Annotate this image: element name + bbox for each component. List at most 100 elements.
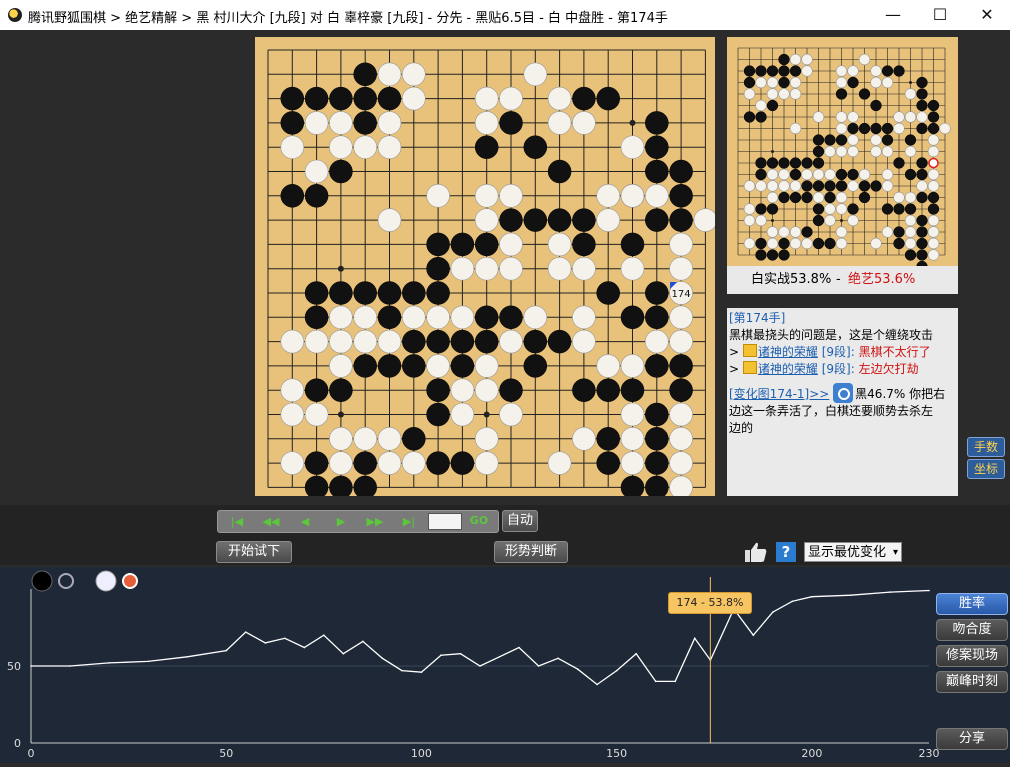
black-stone[interactable] [474, 232, 499, 257]
black-stone[interactable] [353, 451, 377, 475]
black-stone[interactable] [426, 402, 450, 427]
black-stone[interactable] [572, 208, 596, 232]
black-stone[interactable] [572, 232, 596, 257]
black-stone[interactable] [547, 329, 572, 354]
white-stone[interactable] [474, 451, 499, 475]
back-5-button[interactable]: ◀◀ [256, 513, 286, 530]
winrate-tab[interactable]: 胜率 [936, 593, 1008, 615]
white-stone[interactable] [669, 256, 693, 281]
black-stone[interactable] [280, 111, 305, 135]
white-stone[interactable] [329, 426, 353, 451]
auto-play-button[interactable]: 自动 [502, 510, 538, 532]
white-stone[interactable] [402, 86, 426, 111]
thumbs-up-icon[interactable] [744, 541, 768, 563]
white-stone[interactable] [304, 329, 329, 354]
black-stone[interactable] [402, 427, 426, 451]
black-stone[interactable] [304, 378, 329, 402]
black-stone[interactable] [426, 451, 450, 475]
go-button[interactable]: GO [465, 511, 493, 530]
white-stone[interactable] [280, 451, 305, 475]
move-number-input[interactable] [428, 513, 462, 530]
next-move-button[interactable]: ▶ [326, 513, 356, 530]
last-move-button[interactable]: ▶| [394, 513, 424, 530]
white-stone[interactable] [669, 305, 693, 330]
white-stone[interactable] [669, 329, 693, 354]
white-stone[interactable] [669, 426, 693, 451]
go-board-svg[interactable]: 174 [255, 37, 718, 524]
black-stone[interactable] [499, 111, 523, 135]
white-stone[interactable] [499, 256, 523, 281]
black-stone[interactable] [645, 354, 669, 378]
black-stone[interactable] [669, 354, 693, 378]
white-stone[interactable] [353, 426, 377, 451]
black-stone[interactable] [596, 427, 620, 451]
white-stone[interactable] [474, 256, 499, 281]
white-stone[interactable] [572, 305, 596, 330]
black-stone[interactable] [329, 86, 353, 111]
white-stone[interactable] [402, 305, 426, 330]
black-stone[interactable] [596, 378, 620, 402]
first-move-button[interactable]: |◀ [222, 513, 252, 530]
black-stone[interactable] [426, 329, 450, 354]
coordinates-toggle[interactable]: 坐标 [967, 459, 1005, 479]
white-stone[interactable] [523, 305, 548, 330]
white-stone[interactable] [572, 111, 596, 135]
white-stone[interactable] [329, 329, 353, 354]
white-stone[interactable] [499, 402, 523, 427]
black-stone[interactable] [669, 208, 693, 232]
white-stone[interactable] [669, 232, 693, 257]
white-stone[interactable] [377, 426, 402, 451]
start-trial-button[interactable]: 开始试下 [216, 541, 292, 563]
white-stone[interactable] [547, 256, 572, 281]
black-stone[interactable] [402, 329, 426, 354]
black-stone[interactable] [426, 232, 450, 257]
white-stone[interactable] [523, 62, 548, 87]
black-stone[interactable] [620, 232, 645, 257]
white-stone[interactable] [474, 208, 499, 232]
black-stone[interactable] [645, 427, 669, 451]
help-icon[interactable]: ? [776, 542, 796, 562]
white-stone[interactable] [450, 402, 475, 427]
white-stone[interactable] [377, 111, 402, 135]
black-stone[interactable] [523, 329, 548, 354]
black-stone[interactable] [645, 305, 669, 330]
white-stone[interactable] [620, 184, 645, 208]
white-stone[interactable] [474, 86, 499, 111]
black-stone[interactable] [426, 281, 450, 305]
white-stone[interactable] [644, 329, 669, 354]
white-stone[interactable] [620, 426, 645, 451]
winrate-chart[interactable]: 5000 50 100 150 200 230 [0, 567, 1010, 763]
black-stone[interactable] [547, 159, 572, 184]
white-stone[interactable] [402, 451, 426, 475]
black-stone[interactable] [474, 305, 499, 330]
variation-display-select[interactable]: 显示最优变化 ▾ [804, 542, 902, 562]
white-stone[interactable] [450, 378, 475, 403]
close-button[interactable]: ✕ [964, 0, 1010, 30]
black-stone[interactable] [620, 305, 645, 330]
black-stone[interactable] [645, 135, 669, 159]
black-stone[interactable] [669, 378, 693, 402]
white-stone[interactable] [474, 426, 499, 451]
black-stone[interactable] [353, 354, 377, 378]
white-stone[interactable] [572, 329, 596, 354]
white-stone[interactable] [304, 111, 329, 135]
black-stone[interactable] [450, 329, 475, 354]
white-stone[interactable] [329, 135, 353, 159]
black-stone[interactable] [523, 135, 548, 159]
black-stone[interactable] [304, 451, 329, 475]
white-stone[interactable] [547, 86, 572, 111]
black-stone[interactable] [669, 159, 693, 184]
match-rate-tab[interactable]: 吻合度 [936, 619, 1008, 641]
black-stone[interactable] [353, 475, 377, 500]
white-stone[interactable] [620, 256, 645, 281]
user-link[interactable]: 诸神的荣耀 [758, 362, 818, 376]
white-stone[interactable] [620, 402, 645, 427]
maximize-button[interactable]: ☐ [917, 0, 963, 30]
white-stone[interactable] [377, 208, 402, 232]
variation-link[interactable]: [变化图174-1]>> [729, 387, 829, 401]
white-stone[interactable] [499, 329, 523, 354]
black-stone[interactable] [426, 378, 450, 402]
black-stone[interactable] [450, 451, 475, 475]
black-stone[interactable] [377, 86, 402, 111]
black-stone[interactable] [329, 378, 353, 402]
